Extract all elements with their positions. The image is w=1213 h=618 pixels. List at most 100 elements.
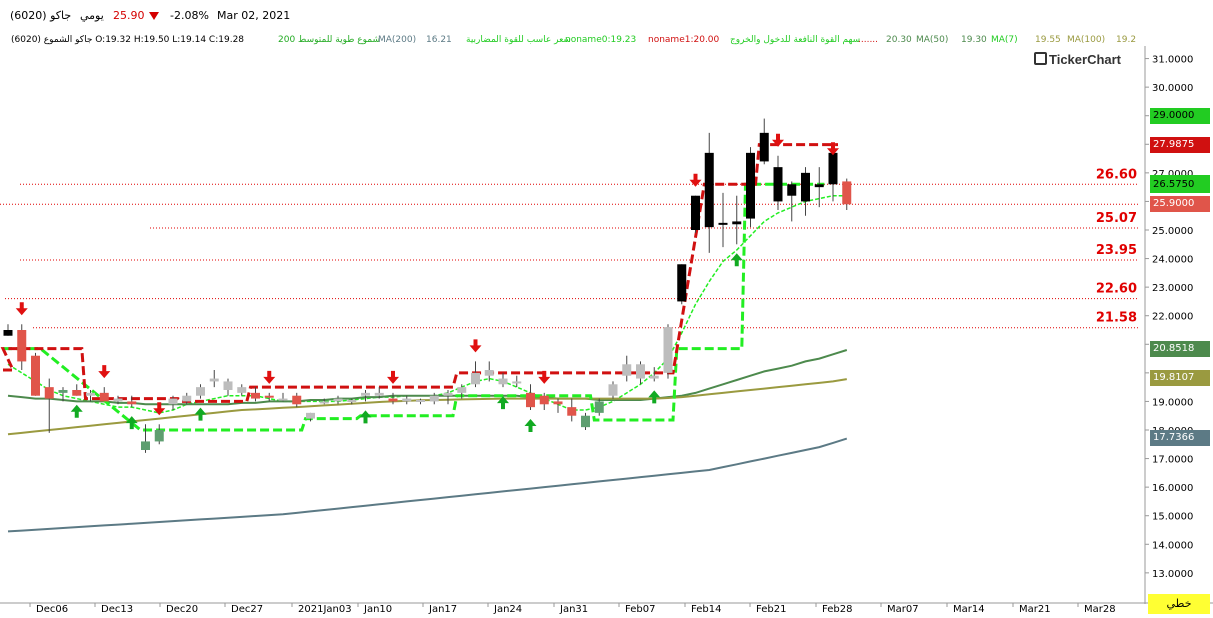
axis-value-box: 27.9875 [1150,136,1210,153]
x-tick-label: Mar14 [953,604,985,615]
tickerchart-logo: TickerChart [1034,52,1121,67]
candle-body [594,401,604,413]
period-label[interactable]: يومي [80,9,104,22]
x-tick-label: Feb21 [756,604,786,615]
candle-body [746,152,755,219]
candle-body [306,412,315,419]
chart-type-button[interactable]: خطي [1148,594,1210,614]
y-tick-label: 23.0000 [1152,283,1193,294]
support-level-label: 25.07 [1096,211,1137,226]
green-stop-line [3,182,825,432]
support-level-label: 22.60 [1096,282,1137,297]
buy-signal-arrow-icon [524,419,537,432]
candle-body [526,392,535,408]
candle-body [209,378,219,382]
candle-body [649,375,659,379]
candle-body [539,395,549,405]
candle-body [471,372,480,385]
date-label: Mar 02, 2021 [217,9,291,22]
candle-body [512,381,522,384]
candle-body [814,184,824,188]
support-level-label: 23.95 [1096,243,1137,258]
buy-signal-arrow-icon [730,253,743,267]
ma100-value: 19.55 [1035,35,1061,45]
candle-body [622,364,632,376]
ma7-line [7,194,847,414]
buy-signal-arrow-icon [359,410,372,424]
y-tick-label: 24.0000 [1152,255,1193,266]
entry-exit-legend: سهم القوة النافعة للدخول والخروج [730,35,861,45]
dots-legend: ....... [858,35,879,45]
candle-body [31,355,40,396]
candle-body [223,381,233,390]
axis-value-box: 26.5750 [1150,177,1210,193]
ma50-value: 20.30 [886,35,912,45]
candle-body [278,398,288,401]
sell-signal-arrow-icon [469,339,482,353]
sell-signal-arrow-icon [15,302,28,316]
candle-body [691,195,700,230]
candle-body [677,264,687,302]
support-level-label: 21.58 [1096,311,1137,326]
ma200-label: MA(200) [378,35,417,45]
sell-signal-arrow-icon [538,370,551,384]
noname1-legend: noname1:20.00 [648,35,720,45]
candle-body [773,167,783,202]
candle-body [347,400,357,402]
candle-body [17,330,27,362]
logo-text: TickerChart [1049,52,1122,67]
candle-body [141,441,150,450]
down-arrow-icon [149,12,159,20]
x-tick-label: Dec20 [166,604,198,615]
candle-body [113,398,123,402]
candle-body [319,401,329,404]
x-tick-label: Jan17 [428,604,457,615]
x-tick-label: Jan24 [493,604,522,615]
candle-body [333,398,343,402]
candle-body [732,221,742,225]
candle-body [581,415,590,428]
buy-signal-arrow-icon [497,396,509,410]
candle-body [759,132,769,162]
candle-body [567,407,577,416]
price-chart[interactable]: 13.000014.000015.000016.000017.000018.00… [0,0,1213,618]
candle-body [457,387,467,393]
sell-signal-arrow-icon [772,133,784,147]
last-price: 25.90 [113,9,145,22]
candle-body [182,395,192,402]
axis-value-box: 19.8107 [1150,370,1210,387]
candle-body [429,395,439,402]
y-tick-label: 31.0000 [1152,55,1193,66]
x-tick-label: Dec06 [36,604,68,615]
chart-type-label: خطي [1166,597,1192,610]
candle-body [416,400,425,402]
candle-body [787,184,797,196]
symbol-label[interactable]: (6020) جاكو [10,9,71,22]
x-tick-label: Feb28 [822,604,852,615]
candle-body [636,364,645,379]
candle-body [44,387,54,399]
sell-signal-arrow-icon [689,173,702,187]
ma200-line [7,437,848,533]
candle-body [553,401,563,405]
candle-body [196,387,205,396]
ma100-line [7,378,847,436]
candle-body [801,172,810,202]
change-percent: -2.08% [170,9,209,22]
candle-body [842,181,852,205]
candle-body [828,152,838,185]
x-tick-label: Jan31 [559,604,588,615]
candle-body [99,392,109,402]
red-stop-line [0,143,838,403]
y-tick-label: 14.0000 [1152,540,1193,551]
axis-value-box: 29.0000 [1150,107,1210,124]
candle-body [237,387,247,393]
candle-body [718,222,728,225]
buy-signal-arrow-icon [70,404,83,418]
buy-signal-arrow-icon [194,407,207,421]
candle-body [388,398,398,402]
y-tick-label: 19.0000 [1152,397,1193,408]
candle-body [251,392,260,399]
y-tick-label: 30.0000 [1152,83,1193,94]
candle-body [663,327,673,373]
